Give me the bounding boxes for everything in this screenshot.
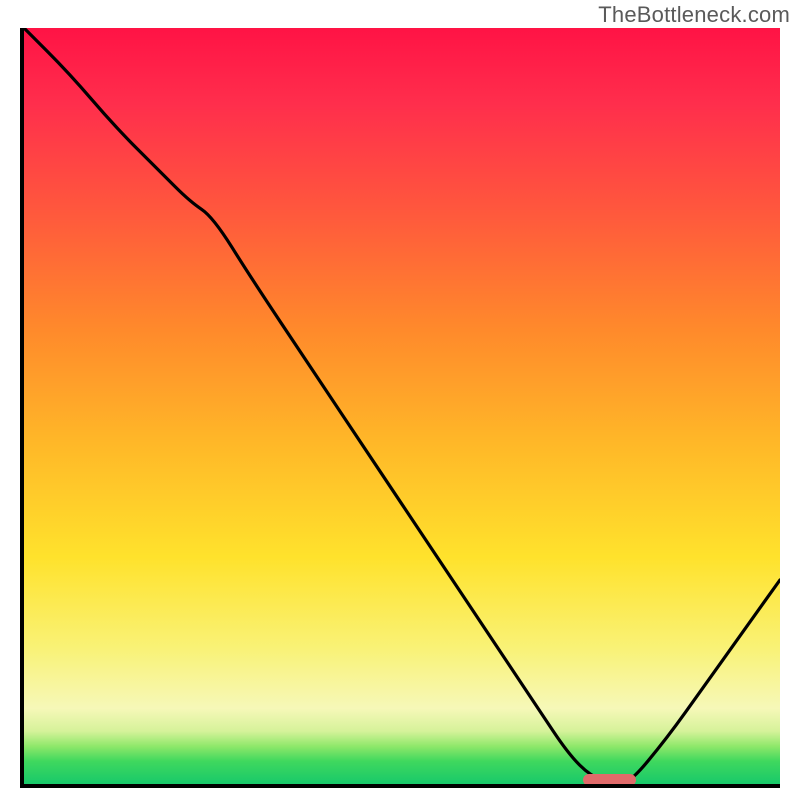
plot-area [20, 28, 780, 788]
optimal-range-marker [583, 774, 636, 786]
chart-container: TheBottleneck.com [0, 0, 800, 800]
bottleneck-curve [24, 28, 780, 784]
watermark-label: TheBottleneck.com [598, 2, 790, 28]
curve-layer [24, 28, 780, 784]
